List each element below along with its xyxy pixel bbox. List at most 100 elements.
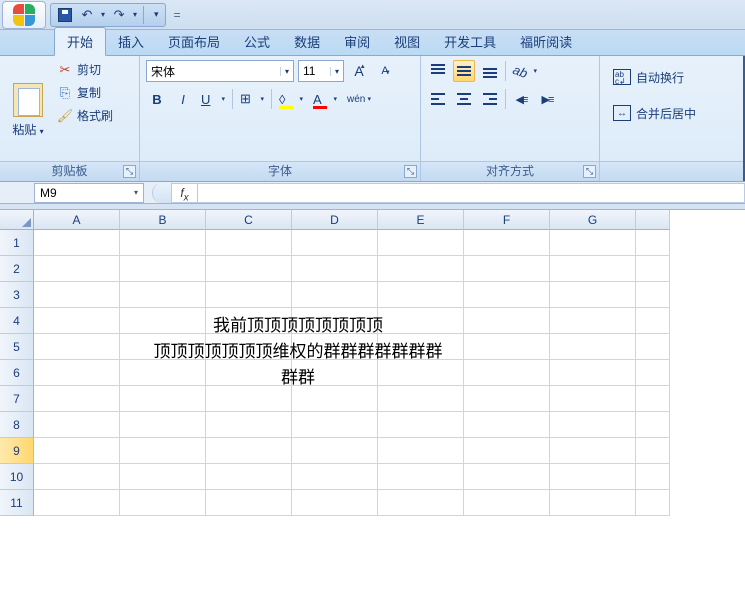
cut-button[interactable]: ✂剪切 [54, 60, 116, 79]
cell[interactable] [378, 490, 464, 516]
cell[interactable] [464, 256, 550, 282]
row-header-6[interactable]: 6 [0, 360, 34, 386]
qat-undo-button[interactable]: ↶ [79, 7, 95, 23]
cell[interactable] [378, 386, 464, 412]
cell[interactable] [292, 256, 378, 282]
tab-review[interactable]: 审阅 [332, 28, 382, 55]
row-header-2[interactable]: 2 [0, 256, 34, 282]
cell[interactable] [206, 490, 292, 516]
align-top-button[interactable] [427, 60, 449, 82]
select-all-corner[interactable] [0, 210, 34, 230]
italic-button[interactable]: I [172, 88, 194, 110]
paste-button[interactable]: 粘贴 ▾ [6, 60, 50, 161]
column-header-F[interactable]: F [464, 210, 550, 230]
cell[interactable] [550, 256, 636, 282]
cell[interactable] [292, 464, 378, 490]
cell[interactable] [464, 464, 550, 490]
cell[interactable] [206, 438, 292, 464]
tab-page-layout[interactable]: 页面布局 [156, 28, 232, 55]
cell[interactable] [378, 282, 464, 308]
cell[interactable] [34, 282, 120, 308]
cell[interactable] [636, 334, 670, 360]
cell[interactable] [292, 386, 378, 412]
cell[interactable] [550, 308, 636, 334]
cell[interactable] [120, 464, 206, 490]
cell[interactable] [292, 412, 378, 438]
cell[interactable] [34, 490, 120, 516]
cell[interactable] [292, 282, 378, 308]
cell[interactable] [292, 230, 378, 256]
cell[interactable] [636, 386, 670, 412]
column-header-C[interactable]: C [206, 210, 292, 230]
column-header-B[interactable]: B [120, 210, 206, 230]
row-header-11[interactable]: 11 [0, 490, 34, 516]
increase-indent-button[interactable]: ▶≡ [536, 88, 558, 110]
grow-font-button[interactable]: A [348, 60, 370, 82]
cell[interactable] [636, 490, 670, 516]
insert-function-button[interactable]: fx [172, 183, 198, 203]
copy-button[interactable]: ⎘复制 [54, 83, 116, 102]
cell[interactable] [550, 386, 636, 412]
column-header-partial[interactable] [636, 210, 670, 230]
qat-redo-dropdown[interactable]: ▾ [133, 10, 137, 19]
row-header-5[interactable]: 5 [0, 334, 34, 360]
align-middle-button[interactable] [453, 60, 475, 82]
cell[interactable] [636, 230, 670, 256]
qat-save-button[interactable] [57, 7, 73, 23]
cell[interactable] [464, 386, 550, 412]
cell[interactable] [206, 412, 292, 438]
cell[interactable] [120, 230, 206, 256]
cell[interactable] [34, 438, 120, 464]
cell[interactable] [550, 282, 636, 308]
formula-input[interactable] [198, 183, 745, 203]
tab-home[interactable]: 开始 [54, 27, 106, 56]
name-box[interactable]: M9▾ [34, 183, 144, 203]
cell[interactable] [378, 438, 464, 464]
cells-area[interactable]: 我前顶顶顶顶顶顶顶顶 顶顶顶顶顶顶顶维权的群群群群群群群 群群 [34, 230, 745, 516]
cell[interactable] [34, 230, 120, 256]
row-header-10[interactable]: 10 [0, 464, 34, 490]
align-center-button[interactable] [453, 88, 475, 110]
cell[interactable] [464, 438, 550, 464]
shrink-font-button[interactable]: A [374, 60, 396, 82]
column-header-A[interactable]: A [34, 210, 120, 230]
cell[interactable] [550, 412, 636, 438]
cell[interactable] [378, 464, 464, 490]
cell[interactable] [550, 464, 636, 490]
column-header-D[interactable]: D [292, 210, 378, 230]
cell[interactable] [636, 308, 670, 334]
font-color-button[interactable]: A▾ [310, 88, 340, 110]
font-name-combo[interactable]: 宋体▾ [146, 60, 294, 82]
column-header-E[interactable]: E [378, 210, 464, 230]
cell[interactable] [34, 308, 120, 334]
cell[interactable] [464, 230, 550, 256]
cell[interactable] [636, 282, 670, 308]
cell[interactable] [550, 438, 636, 464]
clipboard-dialog-launcher[interactable]: ⤡ [123, 165, 136, 178]
cell[interactable] [636, 438, 670, 464]
cell[interactable] [636, 360, 670, 386]
qat-redo-button[interactable]: ↷ [111, 7, 127, 23]
cell[interactable] [550, 360, 636, 386]
cell[interactable] [206, 386, 292, 412]
orientation-button[interactable]: ab▾ [510, 60, 540, 82]
cell[interactable] [550, 230, 636, 256]
font-size-combo[interactable]: 11▾ [298, 60, 344, 82]
font-dialog-launcher[interactable]: ⤡ [404, 165, 417, 178]
cell[interactable] [120, 386, 206, 412]
cell[interactable] [636, 412, 670, 438]
cell[interactable] [34, 386, 120, 412]
cell[interactable] [378, 412, 464, 438]
cell[interactable] [292, 438, 378, 464]
borders-button[interactable]: ⊞▾ [237, 88, 267, 110]
cell[interactable] [120, 412, 206, 438]
wrap-text-button[interactable]: abc↲自动换行 [606, 62, 739, 92]
tab-data[interactable]: 数据 [282, 28, 332, 55]
cell[interactable] [120, 438, 206, 464]
cell[interactable] [120, 282, 206, 308]
cell[interactable] [464, 490, 550, 516]
tab-foxit[interactable]: 福昕阅读 [508, 28, 584, 55]
cell[interactable] [34, 256, 120, 282]
qat-undo-dropdown[interactable]: ▾ [101, 10, 105, 19]
cell[interactable] [206, 230, 292, 256]
